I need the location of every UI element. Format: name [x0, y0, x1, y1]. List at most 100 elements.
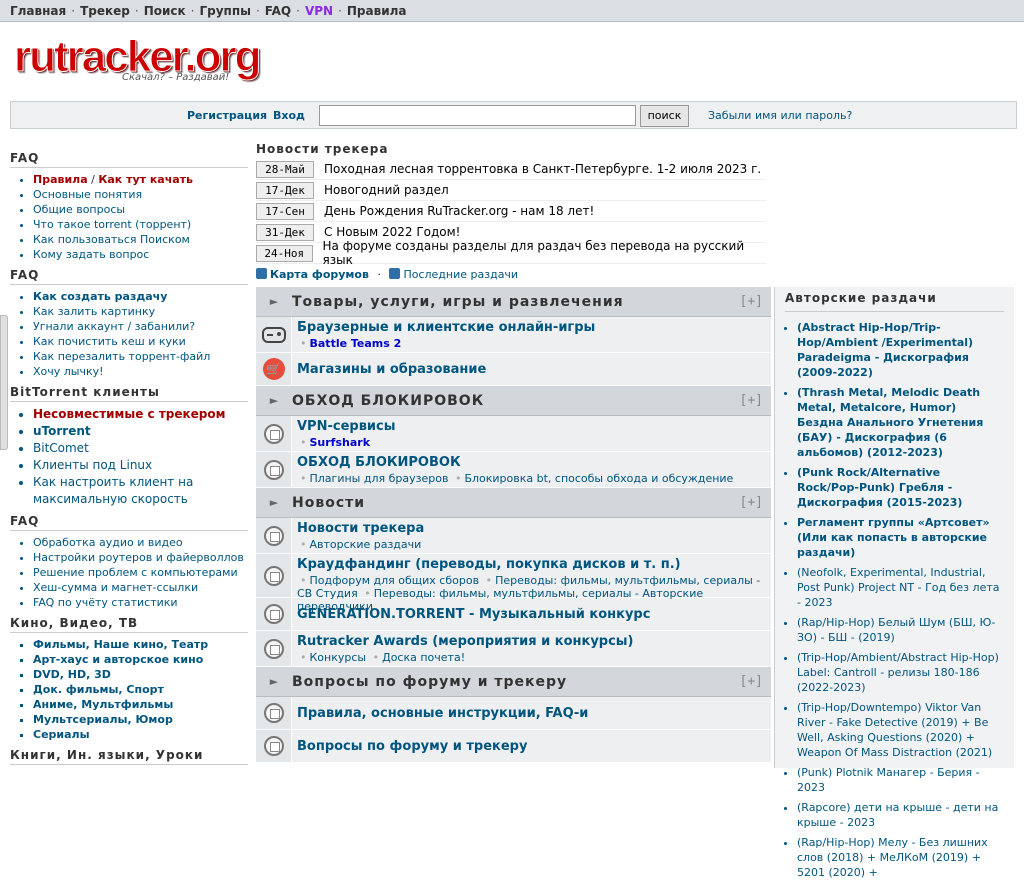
sidebar-link[interactable]: Арт-хаус и авторское кино — [33, 653, 203, 666]
sidebar-link[interactable]: DVD, HD, 3D — [33, 668, 111, 681]
sidebar-item[interactable]: Обработка аудио и видео — [33, 535, 248, 550]
nav-link-5[interactable]: VPN — [305, 4, 333, 18]
sidebar-link[interactable]: Как залить картинку — [33, 305, 155, 318]
sidebar-item[interactable]: Как залить картинку — [33, 304, 248, 319]
subforum-link[interactable]: Конкурсы — [310, 651, 367, 664]
subforum-link[interactable]: Авторские раздачи — [310, 538, 422, 551]
nav-link-4[interactable]: FAQ — [265, 4, 291, 18]
forum-link[interactable]: Магазины и образование — [297, 362, 486, 377]
sidebar-item[interactable]: Как перезалить торрент-файл — [33, 349, 248, 364]
sidebar-link[interactable]: Мультсериалы, Юмор — [33, 713, 173, 726]
forum-link[interactable]: ОБХОД БЛОКИРОВОК — [297, 455, 766, 470]
sidebar-item[interactable]: Хеш-сумма и магнет-ссылки — [33, 580, 248, 595]
expand-toggle[interactable]: [+] — [740, 294, 763, 309]
forum-link[interactable]: Краудфандинг (переводы, покупка дисков и… — [297, 557, 766, 572]
news-link[interactable]: День Рождения RuTracker.org - нам 18 лет… — [324, 204, 594, 218]
sidebar-item[interactable]: Хочу лычку! — [33, 364, 248, 379]
site-logo[interactable]: rutracker.org Скачал? – Раздавай! — [13, 33, 261, 86]
category-title[interactable]: Товары, услуги, игры и развлечения — [292, 294, 740, 310]
release-item[interactable]: (Punk) Plotnik Манагер - Берия - 2023 — [797, 765, 1004, 795]
sidebar-item[interactable]: Несовместимые с трекером — [33, 406, 248, 423]
sidebar-item[interactable]: Аниме, Мультфильмы — [33, 697, 248, 712]
sidebar-item[interactable]: Правила / Как тут качать — [33, 172, 248, 187]
forum-link[interactable]: Вопросы по форуму и трекеру — [297, 739, 527, 754]
sidebar-link[interactable]: Хочу лычку! — [33, 365, 104, 378]
sidebar-link[interactable]: Как почистить кеш и куки — [33, 335, 186, 348]
sidebar-link[interactable]: uTorrent — [33, 424, 91, 438]
sidebar-link[interactable]: Несовместимые с трекером — [33, 407, 225, 421]
sidebar-item[interactable]: Угнали аккаунт / забанили? — [33, 319, 248, 334]
expand-arrow-icon[interactable]: ► — [264, 394, 284, 407]
sidebar-item[interactable]: Фильмы, Наше кино, Театр — [33, 637, 248, 652]
nav-link-2[interactable]: Поиск — [144, 4, 186, 18]
subforum-link[interactable]: Плагины для браузеров — [310, 472, 449, 485]
search-input[interactable] — [319, 105, 636, 126]
release-item[interactable]: (Abstract Hip-Hop/Trip-Hop/Ambient /Expe… — [797, 320, 1004, 380]
sidebar-item[interactable]: Как настроить клиент на максимальную ско… — [33, 474, 248, 508]
nav-link-0[interactable]: Главная — [10, 4, 66, 18]
sidebar-link[interactable]: Как создать раздачу — [33, 290, 167, 303]
release-item[interactable]: (Rap/Hip-Hop) Мелу - Без лишних слов (20… — [797, 835, 1004, 880]
release-item[interactable]: Регламент группы «Артсовет» (Или как поп… — [797, 515, 1004, 560]
sidebar-item[interactable]: Общие вопросы — [33, 202, 248, 217]
sidebar-item[interactable]: Кому задать вопрос — [33, 247, 248, 262]
nav-link-1[interactable]: Трекер — [80, 4, 130, 18]
expand-toggle[interactable]: [+] — [740, 674, 763, 689]
sidebar-item[interactable]: Как пользоваться Поиском — [33, 232, 248, 247]
sidebar-item[interactable]: FAQ по учёту статистики — [33, 595, 248, 610]
release-item[interactable]: (Punk Rock/Alternative Rock/Pop-Punk) Гр… — [797, 465, 1004, 510]
forum-link[interactable]: Rutracker Awards (мероприятия и конкурсы… — [297, 634, 766, 649]
register-link[interactable]: Регистрация — [187, 109, 267, 122]
news-link[interactable]: Походная лесная торрентовка в Санкт-Пете… — [324, 162, 761, 176]
sidebar-link[interactable]: Док. фильмы, Спорт — [33, 683, 164, 696]
sidebar-link[interactable]: Правила — [33, 173, 88, 186]
news-link[interactable]: На форуме созданы разделы для раздач без… — [323, 239, 767, 267]
sidebar-link[interactable]: Обработка аудио и видео — [33, 536, 183, 549]
sidebar-item[interactable]: Док. фильмы, Спорт — [33, 682, 248, 697]
sidebar-item[interactable]: DVD, HD, 3D — [33, 667, 248, 682]
category-title[interactable]: Вопросы по форуму и трекеру — [292, 674, 740, 690]
expand-arrow-icon[interactable]: ► — [264, 496, 284, 509]
nav-link-3[interactable]: Группы — [199, 4, 251, 18]
sidebar-link[interactable]: Сериалы — [33, 728, 90, 741]
login-link[interactable]: Вход — [273, 109, 305, 122]
sidebar-item[interactable]: Сериалы — [33, 727, 248, 742]
sidebar-link[interactable]: Хеш-сумма и магнет-ссылки — [33, 581, 198, 594]
forum-link[interactable]: GENERATION.TORRENT - Музыкальный конкурс — [297, 607, 650, 622]
forum-map-link[interactable]: Карта форумов — [270, 268, 369, 281]
sidebar-link[interactable]: Клиенты под Linux — [33, 458, 152, 472]
subforum-link[interactable]: Surfshark — [310, 436, 371, 449]
release-item[interactable]: (Rap/Hip-Hop) Белый Шум (БШ, Ю-ЗО) - БШ … — [797, 615, 1004, 645]
category-title[interactable]: ОБХОД БЛОКИРОВОК — [292, 393, 740, 409]
sidebar-item[interactable]: Что такое torrent (торрент) — [33, 217, 248, 232]
subforum-link[interactable]: Доска почета! — [382, 651, 465, 664]
forum-link[interactable]: Новости трекера — [297, 521, 766, 536]
sidebar-link[interactable]: Что такое torrent (торрент) — [33, 218, 191, 231]
sidebar-link[interactable]: Общие вопросы — [33, 203, 125, 216]
expand-toggle[interactable]: [+] — [740, 495, 763, 510]
sidebar-item[interactable]: Как создать раздачу — [33, 289, 248, 304]
sidebar-item[interactable]: Клиенты под Linux — [33, 457, 248, 474]
release-item[interactable]: (Rapcore) дети на крыше - дети на крыше … — [797, 800, 1004, 830]
sidebar-item[interactable]: BitComet — [33, 440, 248, 457]
forum-category[interactable]: ► ОБХОД БЛОКИРОВОК [+] — [256, 386, 771, 416]
forgot-password-link[interactable]: Забыли имя или пароль? — [708, 109, 852, 122]
sidebar-item[interactable]: Настройки роутеров и файерволлов — [33, 550, 248, 565]
sidebar-item[interactable]: uTorrent — [33, 423, 248, 440]
sidebar-item[interactable]: Решение проблем с компьютерами — [33, 565, 248, 580]
sidebar-link[interactable]: Решение проблем с компьютерами — [33, 566, 238, 579]
forum-category[interactable]: ► Новости [+] — [256, 488, 771, 518]
sidebar-item[interactable]: Как почистить кеш и куки — [33, 334, 248, 349]
sidebar-link[interactable]: Как пользоваться Поиском — [33, 233, 190, 246]
search-button[interactable]: поиск — [640, 105, 689, 127]
news-link[interactable]: Новогодний раздел — [324, 183, 449, 197]
sidebar-link[interactable]: Настройки роутеров и файерволлов — [33, 551, 244, 564]
sidebar-link[interactable]: Фильмы, Наше кино, Театр — [33, 638, 208, 651]
release-item[interactable]: (Trip-Hop/Downtempo) Viktor Van River - … — [797, 700, 1004, 760]
sidebar-link[interactable]: Как настроить клиент на максимальную ско… — [33, 475, 193, 506]
forum-category[interactable]: ► Вопросы по форуму и трекеру [+] — [256, 667, 771, 697]
sidebar-link[interactable]: BitComet — [33, 441, 89, 455]
expand-toggle[interactable]: [+] — [740, 393, 763, 408]
subforum-link[interactable]: Battle Teams 2 — [310, 337, 402, 350]
release-item[interactable]: (Neofolk, Experimental, Industrial, Post… — [797, 565, 1004, 610]
